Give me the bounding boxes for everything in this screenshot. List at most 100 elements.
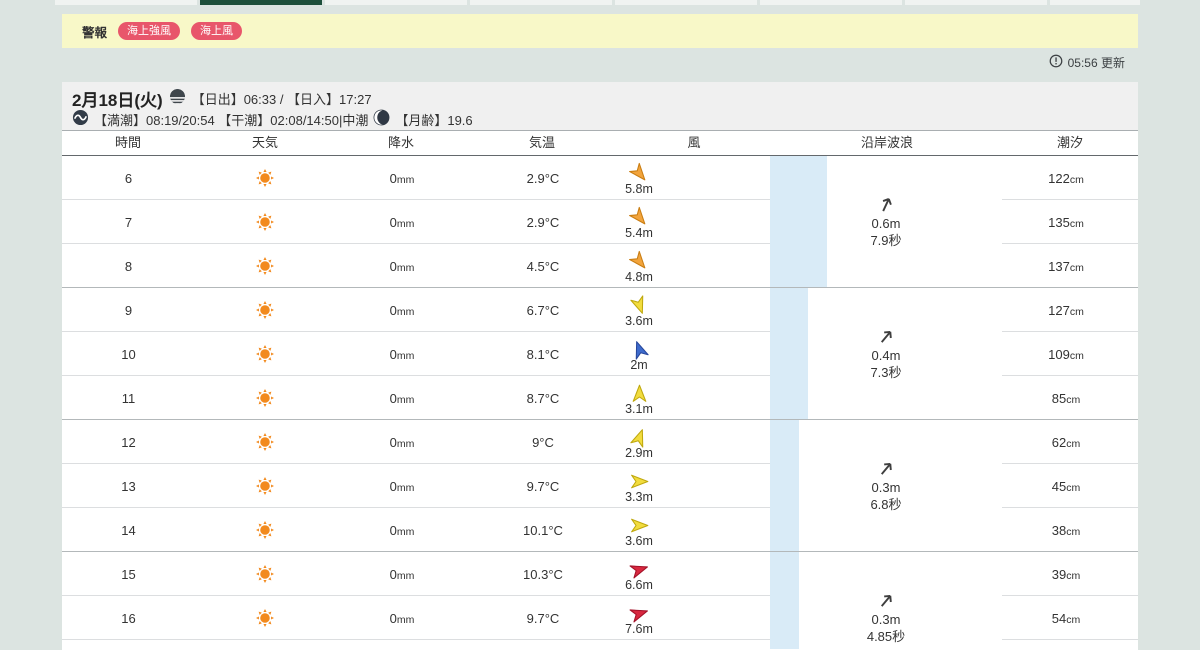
- wave-period: 4.85秒: [866, 629, 906, 644]
- tide-cell: 109cm: [1048, 346, 1084, 362]
- wind-cell: 3.6m: [607, 288, 671, 332]
- wind-direction-icon: [629, 383, 650, 404]
- row-divider: [62, 243, 770, 244]
- time-cell: 7: [124, 214, 133, 230]
- time-cell: 6: [124, 170, 133, 186]
- tab-1[interactable]: [55, 0, 197, 5]
- wave-direction-icon: [826, 591, 946, 611]
- precip-cell: 0mm: [389, 478, 415, 494]
- weather-sunny-icon: [195, 508, 335, 552]
- weather-sunny-icon: [195, 376, 335, 420]
- sunrise-sunset-times: 【日出】06:33 / 【日入】17:27: [191, 92, 372, 107]
- tab-5[interactable]: [615, 0, 757, 5]
- weather-sunny-icon: [195, 156, 335, 200]
- row-divider: [1002, 595, 1138, 596]
- tide-cell: 135cm: [1048, 214, 1084, 230]
- wind-speed: 3.1m: [625, 401, 653, 416]
- weather-sunny-icon: [195, 464, 335, 508]
- table-row-hour-8: 8 0mm 4.5°C 4.8m 137cm: [62, 244, 1138, 288]
- wind-direction-icon: [629, 294, 650, 316]
- wave-direction-icon: [826, 327, 946, 347]
- wind-cell: 7.6m: [607, 596, 671, 640]
- row-divider: [1002, 463, 1138, 464]
- wave-info: 0.4m 7.3秒: [826, 327, 946, 381]
- wind-direction-icon: [629, 339, 650, 360]
- wind-cell: 4.8m: [607, 244, 671, 288]
- tab-4[interactable]: [470, 0, 612, 5]
- tab-6[interactable]: [760, 0, 902, 5]
- tide-cell: 62cm: [1051, 434, 1081, 450]
- precip-cell: 0mm: [389, 214, 415, 230]
- wave-period: 7.3秒: [870, 365, 902, 380]
- tide-cell: 45cm: [1051, 478, 1081, 494]
- wind-direction-icon: [629, 559, 650, 580]
- wind-cell: 3.1m: [607, 376, 671, 420]
- time-cell: 10: [121, 346, 136, 362]
- table-row-hour-6: 6 0mm 2.9°C 5.8m 122cm: [62, 156, 1138, 200]
- time-cell: 9: [124, 302, 133, 318]
- wind-cell: 2.9m: [607, 420, 671, 464]
- temp-cell: 2.9°C: [526, 170, 560, 186]
- wave-info: 0.3m 4.85秒: [826, 591, 946, 645]
- precip-cell: 0mm: [389, 258, 415, 274]
- row-divider: [1002, 639, 1138, 640]
- precip-cell: 0mm: [389, 346, 415, 362]
- alert-label: 警報: [82, 25, 108, 40]
- time-cell: 14: [121, 522, 136, 538]
- weather-sunny-icon: [195, 596, 335, 640]
- precip-cell: 0mm: [389, 566, 415, 582]
- time-cell: 12: [121, 434, 136, 450]
- warning-badge-sea-wind[interactable]: 海上風: [191, 22, 243, 40]
- wind-cell: 3.3m: [607, 464, 671, 508]
- col-header-time: 時間: [114, 135, 141, 150]
- tab-2-active[interactable]: [200, 0, 322, 5]
- precip-cell: 0mm: [389, 610, 415, 626]
- update-time: 05:56 更新: [1067, 55, 1125, 70]
- moon-age: 【月齢】19.6: [395, 113, 473, 128]
- temp-cell: 9°C: [532, 434, 554, 450]
- precip-cell: 0mm: [389, 170, 415, 186]
- temp-cell: 9.7°C: [526, 478, 560, 494]
- weather-sunny-icon: [195, 288, 335, 332]
- wind-direction-icon: [629, 515, 650, 536]
- alert-bar: 警報 海上強風 海上風: [62, 14, 1138, 48]
- date-label: 2月18日(火): [72, 91, 163, 110]
- time-cell: 15: [121, 566, 136, 582]
- temp-cell: 8.7°C: [526, 390, 560, 406]
- col-header-precip: 降水: [387, 135, 414, 150]
- time-cell: 8: [124, 258, 133, 274]
- warning-badge-sea-gale[interactable]: 海上強風: [118, 22, 181, 40]
- table-header-row: 時間 天気 降水 気温 風 沿岸波浪 潮汐: [62, 130, 1138, 156]
- info-icon: [1049, 54, 1063, 71]
- group-divider: [62, 419, 1138, 420]
- row-divider: [1002, 243, 1138, 244]
- weather-sunny-icon: [195, 244, 335, 288]
- col-header-waves: 沿岸波浪: [860, 135, 913, 150]
- row-divider: [62, 331, 770, 332]
- col-header-weather: 天気: [251, 135, 278, 150]
- precip-cell: 0mm: [389, 434, 415, 450]
- tab-3[interactable]: [325, 0, 467, 5]
- wind-cell: 2m: [607, 332, 671, 376]
- temp-cell: 8.1°C: [526, 346, 560, 362]
- wind-cell: 6.6m: [607, 552, 671, 596]
- table-row-hour-15: 15 0mm 10.3°C 6.6m 39cm: [62, 552, 1138, 596]
- table-row-hour-9: 9 0mm 6.7°C 3.6m 127cm: [62, 288, 1138, 332]
- table-row-hour-12: 12 0mm 9°C 2.9m 62cm: [62, 420, 1138, 464]
- tide-cell: 137cm: [1048, 258, 1084, 274]
- tide-times: 【満潮】08:19/20:54 【干潮】02:08/14:50|中潮: [94, 113, 369, 128]
- wind-direction-icon: [628, 206, 650, 228]
- wave-direction-icon: [826, 195, 946, 215]
- temp-cell: 10.3°C: [523, 566, 563, 582]
- wind-direction-icon: [629, 471, 650, 492]
- tab-8[interactable]: [1050, 0, 1140, 5]
- row-divider: [62, 595, 770, 596]
- weather-page: 警報 海上強風 海上風 05:56 更新 2月18日(火) 【日出】06:33 …: [0, 0, 1200, 650]
- row-divider: [1002, 199, 1138, 200]
- tab-7[interactable]: [905, 0, 1047, 5]
- temp-cell: 6.7°C: [526, 302, 560, 318]
- row-divider: [1002, 507, 1138, 508]
- col-header-wind: 風: [687, 135, 701, 150]
- row-divider: [62, 463, 770, 464]
- col-header-temp: 気温: [528, 135, 555, 150]
